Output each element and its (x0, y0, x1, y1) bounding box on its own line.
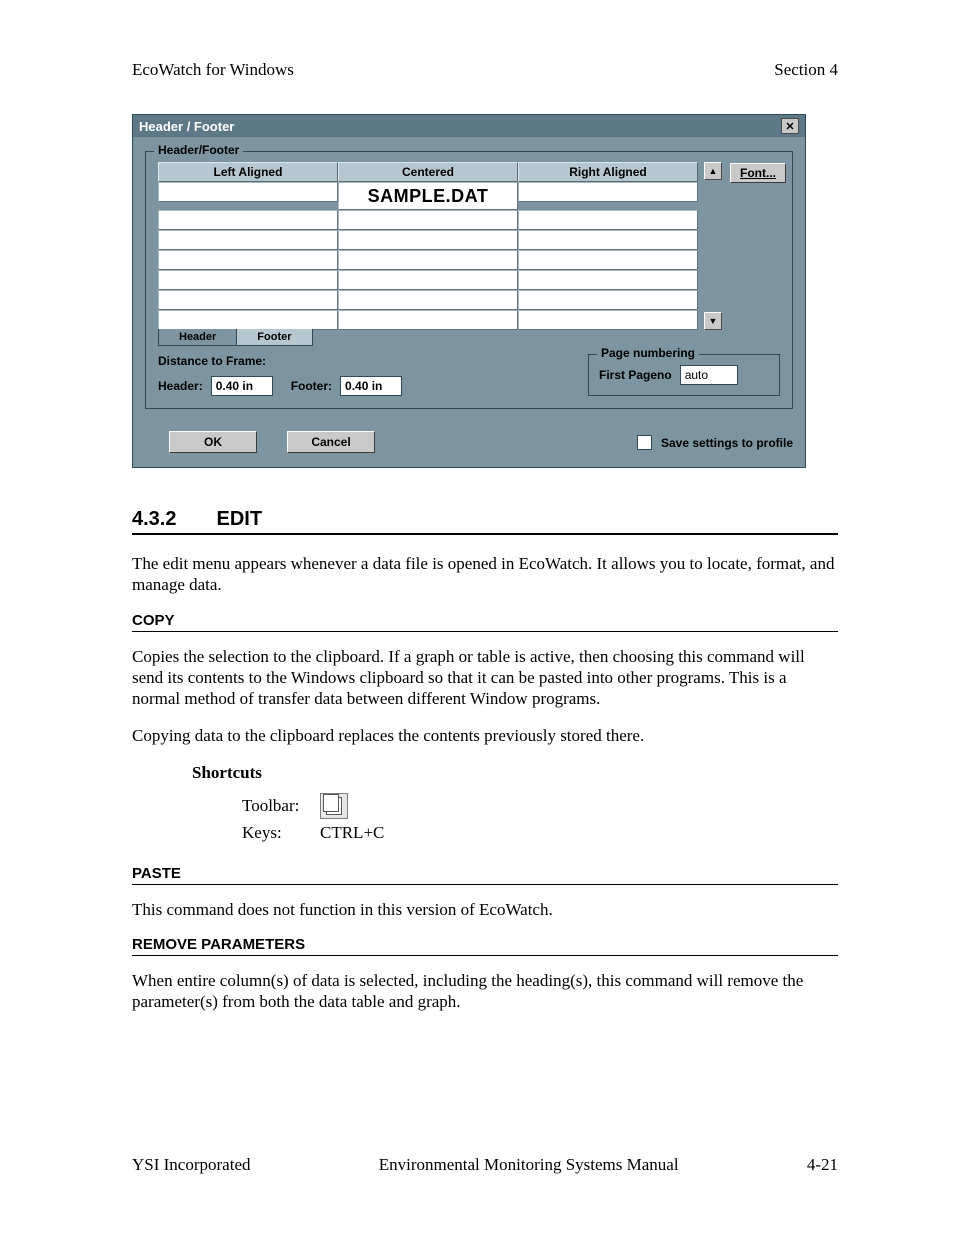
distance-label: Distance to Frame: (158, 354, 568, 368)
grid-cell[interactable] (518, 310, 698, 330)
grid-cell[interactable] (518, 230, 698, 250)
footer-center: Environmental Monitoring Systems Manual (379, 1155, 679, 1175)
header-footer-grid[interactable]: Left Aligned Centered Right Aligned SAMP… (158, 162, 698, 346)
header-distance-input[interactable] (211, 376, 273, 396)
ok-button[interactable]: OK (169, 431, 257, 453)
remove-params-paragraph: When entire column(s) of data is selecte… (132, 970, 838, 1013)
footer-distance-input[interactable] (340, 376, 402, 396)
shortcuts-block: Shortcuts Toolbar: Keys: CTRL+C (192, 763, 838, 843)
grid-cell[interactable] (158, 182, 338, 202)
footer-right: 4-21 (807, 1155, 838, 1175)
toolbar-label: Toolbar: (242, 796, 306, 816)
grid-cell[interactable] (338, 250, 518, 270)
footer-distance-label: Footer: (291, 379, 332, 393)
grid-cell[interactable] (158, 230, 338, 250)
tab-footer[interactable]: Footer (236, 329, 312, 346)
dialog-title: Header / Footer (139, 119, 234, 134)
copy-paragraph-1: Copies the selection to the clipboard. I… (132, 646, 838, 710)
grid-cell[interactable] (158, 210, 338, 230)
grid-cell[interactable] (338, 270, 518, 290)
runhead-left: EcoWatch for Windows (132, 60, 294, 80)
first-pageno-label: First Pageno (599, 368, 672, 382)
grid-cell[interactable] (158, 250, 338, 270)
grid-cell[interactable] (338, 210, 518, 230)
page-numbering-group: Page numbering First Pageno (588, 354, 780, 396)
col-header-right: Right Aligned (518, 162, 698, 182)
grid-cell[interactable] (518, 270, 698, 290)
grid-cell-sample[interactable]: SAMPLE.DAT (338, 182, 518, 210)
scroll-up-icon[interactable]: ▲ (704, 162, 722, 180)
cancel-button[interactable]: Cancel (287, 431, 375, 453)
checkbox-icon[interactable] (637, 435, 652, 450)
grid-cell[interactable] (518, 182, 698, 202)
grid-cell[interactable] (518, 250, 698, 270)
grid-cell[interactable] (338, 230, 518, 250)
col-header-left: Left Aligned (158, 162, 338, 182)
save-settings-checkbox[interactable]: Save settings to profile (637, 432, 793, 452)
close-icon[interactable]: ✕ (781, 118, 799, 134)
page-numbering-legend: Page numbering (597, 346, 699, 360)
dialog-titlebar: Header / Footer ✕ (133, 115, 805, 137)
col-header-center: Centered (338, 162, 518, 182)
grid-cell[interactable] (158, 310, 338, 330)
grid-cell[interactable] (338, 290, 518, 310)
intro-paragraph: The edit menu appears whenever a data fi… (132, 553, 838, 596)
grid-cell[interactable] (338, 310, 518, 330)
running-header: EcoWatch for Windows Section 4 (132, 60, 838, 80)
shortcuts-title: Shortcuts (192, 763, 838, 783)
section-title: EDIT (216, 508, 262, 531)
paste-paragraph: This command does not function in this v… (132, 899, 838, 920)
page-footer: YSI Incorporated Environmental Monitorin… (132, 1155, 838, 1175)
copy-toolbar-icon (320, 793, 348, 819)
keys-label: Keys: (242, 823, 306, 843)
font-button[interactable]: Font... (730, 163, 786, 183)
copy-heading: COPY (132, 612, 838, 632)
header-footer-group: Header/Footer Left Aligned Centered Righ… (145, 151, 793, 409)
remove-params-heading: REMOVE PARAMETERS (132, 936, 838, 956)
section-heading: 4.3.2 EDIT (132, 508, 838, 535)
distance-to-frame-group: Distance to Frame: Header: Footer: (158, 354, 568, 396)
grid-cell[interactable] (518, 290, 698, 310)
header-distance-label: Header: (158, 379, 203, 393)
footer-left: YSI Incorporated (132, 1155, 251, 1175)
group-legend: Header/Footer (154, 143, 243, 157)
header-footer-dialog: Header / Footer ✕ Header/Footer Left Ali… (132, 114, 806, 468)
grid-cell[interactable] (158, 290, 338, 310)
tab-header[interactable]: Header (158, 329, 237, 346)
grid-cell[interactable] (158, 270, 338, 290)
keys-value: CTRL+C (320, 823, 384, 843)
section-number: 4.3.2 (132, 508, 176, 531)
first-pageno-input[interactable] (680, 365, 738, 385)
runhead-right: Section 4 (774, 60, 838, 80)
paste-heading: PASTE (132, 865, 838, 885)
scroll-down-icon[interactable]: ▼ (704, 312, 722, 330)
grid-cell[interactable] (518, 210, 698, 230)
copy-paragraph-2: Copying data to the clipboard replaces t… (132, 725, 838, 746)
